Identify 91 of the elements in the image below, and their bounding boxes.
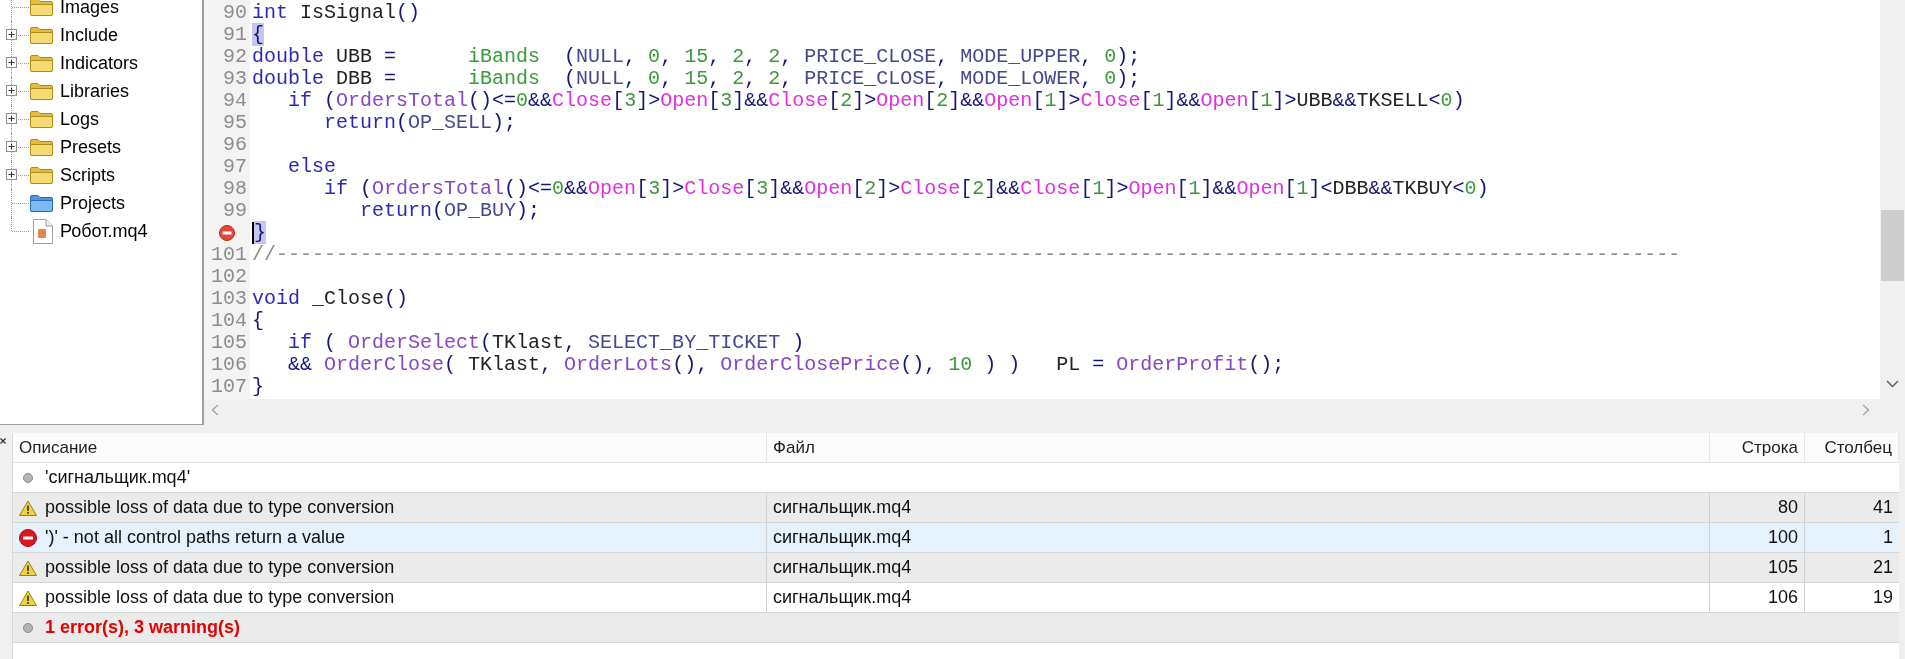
message-text: ')' - not all control paths return a value	[45, 526, 346, 549]
warning-icon	[18, 499, 37, 516]
tree-item-label[interactable]: Робот.mq4	[60, 222, 148, 240]
line-number: 106	[1767, 586, 1798, 609]
expand-icon[interactable]	[6, 113, 17, 124]
tree-item-label[interactable]: Scripts	[60, 166, 115, 184]
folder-icon	[30, 0, 53, 16]
column-number: 1	[1883, 526, 1893, 549]
code-line: double DBB = iBands (NULL, 0, 15, 2, 2, PRICE_CLOSE, MODE_LOWER, 0);	[252, 68, 1141, 90]
column-header[interactable]: Строка	[1710, 433, 1805, 462]
file-name: сигнальщик.mq4	[773, 496, 912, 519]
line-number: 93	[223, 68, 247, 90]
line-number: 106	[211, 354, 247, 376]
error-icon	[18, 528, 37, 547]
code-line: int IsSignal()	[252, 2, 421, 24]
line-number: 96	[223, 134, 247, 156]
line-number: 105	[211, 332, 247, 354]
summary-text: 1 error(s), 3 warning(s)	[45, 616, 241, 639]
file-icon	[33, 218, 53, 244]
message-text: 'сигнальщик.mq4'	[45, 466, 191, 489]
code-line: double UBB = iBands (NULL, 0, 15, 2, 2, PRICE_CLOSE, MODE_UPPER, 0);	[252, 46, 1141, 68]
message-text: possible loss of data due to type conversion	[45, 556, 395, 579]
message-row[interactable]: 1 error(s), 3 warning(s)	[13, 613, 1899, 643]
message-row[interactable]: possible loss of data due to type conversion сигнальщик.mq4 106 19	[13, 583, 1899, 613]
expand-icon[interactable]	[6, 57, 17, 68]
code-line: if (OrdersTotal()<=0&&Open[3]>Close[3]&&Open[2]>Close[2]&&Close[1]>Open[1]&&Open[1]<DBB&&TKBUY<0)	[323, 178, 1489, 200]
folder-icon	[30, 166, 53, 184]
expand-icon[interactable]	[6, 29, 17, 40]
line-number: 105	[1767, 556, 1798, 579]
folder-icon	[30, 138, 53, 156]
line-number: 97	[223, 156, 247, 178]
file-name: сигнальщик.mq4	[773, 556, 912, 579]
tree-item-label[interactable]: Indicators	[60, 54, 139, 72]
message-text: possible loss of data due to type conversion	[45, 496, 395, 519]
line-number: 103	[211, 288, 247, 310]
line-number: 104	[211, 310, 247, 332]
code-line: {	[252, 310, 264, 332]
folder-icon	[30, 26, 53, 44]
code-line: return(OP_BUY);	[359, 200, 541, 222]
expand-icon[interactable]	[6, 85, 17, 96]
line-number: 107	[211, 376, 247, 398]
code-line: //---------------------------------------------------------------------------------------------------------------------	[252, 244, 1681, 266]
file-name: сигнальщик.mq4	[773, 586, 912, 609]
tree-item-label[interactable]: Projects	[60, 194, 126, 212]
line-number: 99	[223, 200, 247, 222]
line-number: 91	[223, 24, 247, 46]
code-line: && OrderClose( TKlast, OrderLots(), OrderClosePrice(), 10 ) ) PL = OrderProfit();	[287, 354, 1285, 376]
close-icon[interactable]	[0, 438, 6, 444]
message-row[interactable]: possible loss of data due to type conversion сигнальщик.mq4 80 41	[13, 493, 1899, 523]
message-text: possible loss of data due to type conversion	[45, 586, 395, 609]
warning-icon	[18, 559, 37, 576]
line-number: 94	[223, 90, 247, 112]
message-row[interactable]: possible loss of data due to type conversion сигнальщик.mq4 105 21	[13, 553, 1899, 583]
line-number: 101	[211, 244, 247, 266]
scrollbar-thumb[interactable]	[1881, 210, 1904, 281]
code-line: if ( OrderSelect(TKlast, SELECT_BY_TICKET )	[287, 332, 805, 354]
tree-item-label[interactable]: Presets	[60, 138, 122, 156]
code-line: void _Close()	[252, 288, 409, 310]
column-header[interactable]: Столбец	[1805, 433, 1899, 462]
line-number: 90	[223, 2, 247, 24]
folder-icon	[30, 194, 53, 212]
tree-item-label[interactable]: Include	[60, 26, 119, 44]
tree-item-label[interactable]: Images	[60, 0, 120, 16]
file-name: сигнальщик.mq4	[773, 526, 912, 549]
column-header[interactable]: Описание	[13, 433, 767, 462]
code-line: if (OrdersTotal()<=0&&Close[3]>Open[3]&&Close[2]>Open[2]&&Open[1]>Close[1]&&Open[1]>UBB&&TKSELL<0)	[287, 90, 1465, 112]
column-number: 19	[1872, 586, 1893, 609]
expand-icon[interactable]	[6, 141, 17, 152]
message-row[interactable]: ')' - not all control paths return a value сигнальщик.mq4 100 1	[13, 523, 1899, 553]
line-number: 92	[223, 46, 247, 68]
line-number: 100	[1767, 526, 1798, 549]
warning-icon	[18, 589, 37, 606]
expand-icon[interactable]	[6, 169, 17, 180]
line-number: 80	[1777, 496, 1798, 519]
line-number: 98	[223, 178, 247, 200]
code-line: else	[287, 156, 336, 178]
dot-icon	[22, 622, 33, 633]
column-number: 21	[1872, 556, 1893, 579]
column-number: 41	[1872, 496, 1893, 519]
folder-icon	[30, 54, 53, 72]
tree-item-label[interactable]: Libraries	[60, 82, 130, 100]
folder-icon	[30, 110, 53, 128]
line-number: 102	[211, 266, 247, 288]
line-number: 95	[223, 112, 247, 134]
chevron-down-icon[interactable]	[1886, 380, 1899, 388]
dot-icon	[22, 472, 33, 483]
code-line: return(OP_SELL);	[323, 112, 517, 134]
tree-item-label[interactable]: Logs	[60, 110, 100, 128]
folder-icon	[30, 82, 53, 100]
column-header[interactable]: Файл	[767, 433, 1710, 462]
code-line: }	[252, 376, 264, 398]
